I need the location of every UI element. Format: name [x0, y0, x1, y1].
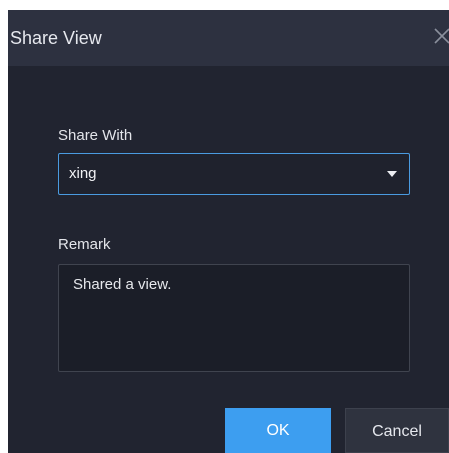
share-with-label: Share With — [58, 127, 133, 144]
dialog-titlebar: Share View — [8, 10, 449, 66]
dialog-title: Share View — [10, 28, 102, 48]
remark-textarea[interactable]: Shared a view. — [58, 264, 410, 372]
share-view-dialog: Share View Share With xing Remark Shared… — [8, 10, 449, 453]
ok-button[interactable]: OK — [225, 408, 331, 453]
share-with-select[interactable]: xing — [58, 153, 410, 195]
close-icon[interactable] — [432, 26, 449, 46]
cancel-button[interactable]: Cancel — [345, 408, 449, 453]
remark-label: Remark — [58, 236, 111, 253]
share-with-value: xing — [69, 165, 97, 182]
caret-down-icon — [387, 171, 397, 177]
remark-value: Shared a view. — [73, 276, 172, 293]
